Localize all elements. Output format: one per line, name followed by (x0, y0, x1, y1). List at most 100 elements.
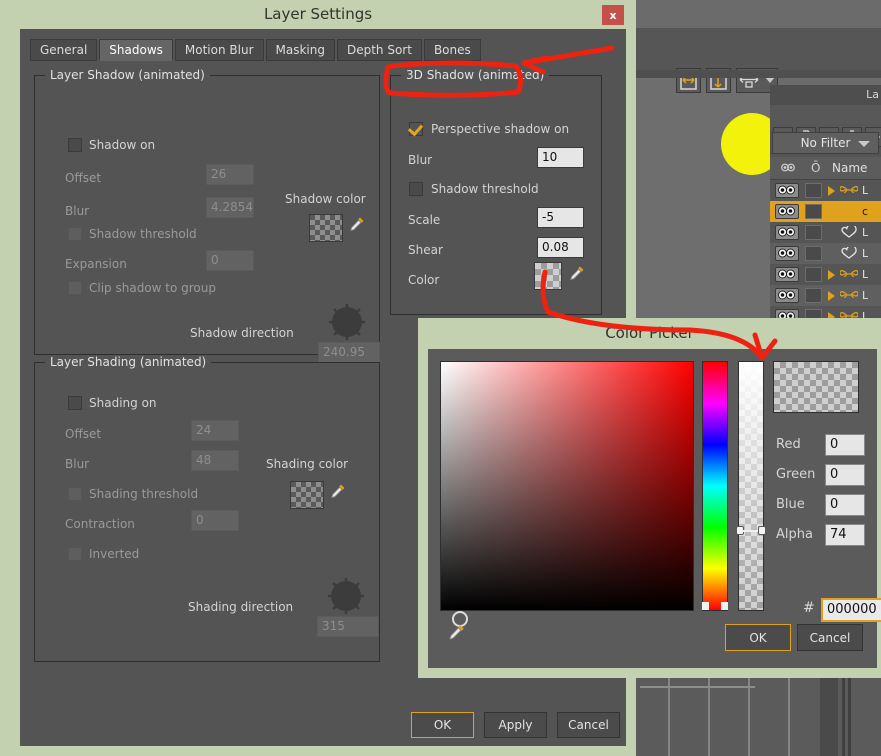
shadow3d-color-swatch[interactable] (534, 262, 562, 290)
shadow3d-color-label: Color (408, 273, 440, 287)
expand-triangle-icon[interactable] (828, 270, 835, 280)
shadow-direction-dial[interactable] (329, 304, 365, 340)
shading-on-label: Shading on (89, 396, 157, 410)
alpha-slider-handle[interactable] (736, 526, 766, 536)
expand-triangle-icon[interactable] (828, 207, 835, 217)
layer-shadow-group: Layer Shadow (animated) Shadow on Offset… (34, 68, 380, 363)
layer-thumbnail (805, 183, 822, 198)
shadow-on-checkbox[interactable] (68, 138, 82, 152)
visibility-icon[interactable] (775, 288, 799, 303)
layer-name: L (862, 289, 869, 302)
ok-button[interactable]: OK (411, 712, 474, 738)
color-picker-body: Red 0 Green 0 Blue 0 Alpha 74 # 000000 O… (428, 349, 881, 668)
clip-shadow-checkbox[interactable] (68, 281, 82, 295)
visibility-icon[interactable] (775, 267, 799, 282)
cancel-button[interactable]: Cancel (557, 712, 620, 738)
table-row[interactable]: L (770, 264, 881, 285)
bone-icon (839, 268, 859, 283)
eyedropper-icon[interactable] (446, 621, 468, 652)
tab-general[interactable]: General (30, 39, 98, 61)
table-row[interactable]: L (770, 222, 881, 243)
table-row[interactable]: c (770, 201, 881, 222)
layer-filter-dropdown[interactable]: No Filter (772, 132, 879, 154)
red-input[interactable]: 0 (825, 434, 865, 456)
tab-masking[interactable]: Masking (265, 39, 335, 61)
shadow-offset-input[interactable]: 26 (206, 164, 254, 185)
expand-triangle-icon[interactable] (828, 291, 835, 301)
layer-thumbnail (805, 246, 822, 261)
table-row[interactable]: L (770, 180, 881, 201)
shadow-3d-group: 3D Shadow (animated) Perspective shadow … (390, 68, 602, 315)
layer-shading-group: Layer Shading (animated) Shading on Offs… (34, 355, 380, 662)
settings-tabs: General Shadows Motion Blur Masking Depth So… (30, 39, 483, 61)
table-row[interactable]: L (770, 285, 881, 306)
visibility-icon[interactable] (775, 246, 799, 261)
layers-toolbar (770, 105, 881, 147)
shading-on-checkbox[interactable] (68, 396, 82, 410)
hue-slider[interactable] (702, 361, 728, 611)
shadow-expansion-input[interactable]: 0 (206, 250, 254, 271)
shadow3d-threshold-checkbox[interactable] (409, 182, 423, 196)
layer-name: c (862, 205, 869, 218)
shading-direction-label: Shading direction (188, 600, 294, 614)
tab-depth-sort[interactable]: Depth Sort (336, 39, 422, 61)
shading-contraction-input[interactable]: 0 (191, 510, 239, 531)
visibility-icon[interactable] (775, 225, 799, 240)
shading-blur-input[interactable]: 48 (191, 450, 239, 471)
hex-hash-label: # (803, 600, 815, 616)
layers-panel: La No Filter Ō Name LcLLLLL (770, 85, 881, 325)
shadow-direction-input[interactable]: 240.95 (318, 342, 380, 363)
tab-shadows[interactable]: Shadows (99, 39, 173, 61)
visibility-icon[interactable] (775, 204, 799, 219)
eyedropper-icon[interactable] (328, 481, 348, 510)
blue-input[interactable]: 0 (825, 494, 865, 516)
hue-slider-handle[interactable] (702, 602, 728, 611)
saturation-value-area[interactable] (440, 361, 694, 627)
alpha-input[interactable]: 74 (825, 524, 865, 546)
color-picker-ok-button[interactable]: OK (725, 624, 791, 651)
shading-direction-input[interactable]: 315 (317, 616, 379, 637)
shading-offset-input[interactable]: 24 (191, 420, 239, 441)
shadow-color-swatch[interactable] (309, 214, 343, 242)
tab-motion-blur[interactable]: Motion Blur (174, 39, 264, 61)
table-row[interactable]: L (770, 243, 881, 264)
eyedropper-icon[interactable] (567, 263, 587, 292)
layers-panel-title: La (770, 85, 881, 105)
inverted-checkbox[interactable] (68, 547, 82, 561)
shading-direction-dial[interactable] (328, 578, 364, 614)
layer-thumbnail (805, 267, 822, 282)
shadow-blur-input[interactable]: 4.2854 (206, 197, 254, 218)
layer-name: L (862, 247, 869, 260)
alpha-slider[interactable] (738, 361, 764, 611)
shadow3d-blur-input[interactable]: 10 (537, 147, 584, 168)
perspective-shadow-checkbox[interactable] (409, 122, 423, 136)
inverted-label: Inverted (89, 547, 140, 561)
layer-thumbnail (805, 204, 822, 219)
shadow3d-threshold-label: Shadow threshold (431, 182, 539, 196)
shading-color-swatch[interactable] (290, 481, 324, 509)
hex-input[interactable]: 000000 (821, 598, 881, 622)
apply-button[interactable]: Apply (484, 712, 547, 738)
chevron-down-icon[interactable] (858, 141, 870, 147)
layer-settings-titlebar[interactable]: Layer Settings x (0, 0, 636, 29)
layer-settings-title: Layer Settings (263, 5, 373, 23)
color-picker-cancel-button[interactable]: Cancel (797, 624, 863, 651)
shadow3d-scale-input[interactable]: -5 (537, 207, 584, 228)
tab-bones[interactable]: Bones (423, 39, 481, 61)
shadow3d-shear-input[interactable]: 0.08 (537, 237, 584, 258)
shading-threshold-checkbox[interactable] (68, 487, 82, 501)
visibility-icon[interactable] (775, 183, 799, 198)
color-picker-title: Color Picker (605, 324, 694, 342)
layer-shadow-group-title: Layer Shadow (animated) (45, 68, 210, 82)
shadow-threshold-checkbox[interactable] (68, 227, 82, 241)
green-input[interactable]: 0 (825, 464, 865, 486)
heart-icon (840, 223, 858, 241)
shadow-offset-label: Offset (65, 171, 102, 185)
alpha-label: Alpha (776, 527, 813, 542)
expand-triangle-icon[interactable] (828, 186, 835, 196)
color-preview-swatch (773, 361, 859, 413)
heart-icon (840, 244, 858, 262)
shadow-3d-group-title: 3D Shadow (animated) (401, 68, 550, 82)
close-icon[interactable]: x (602, 5, 624, 25)
eyedropper-icon[interactable] (347, 214, 367, 243)
